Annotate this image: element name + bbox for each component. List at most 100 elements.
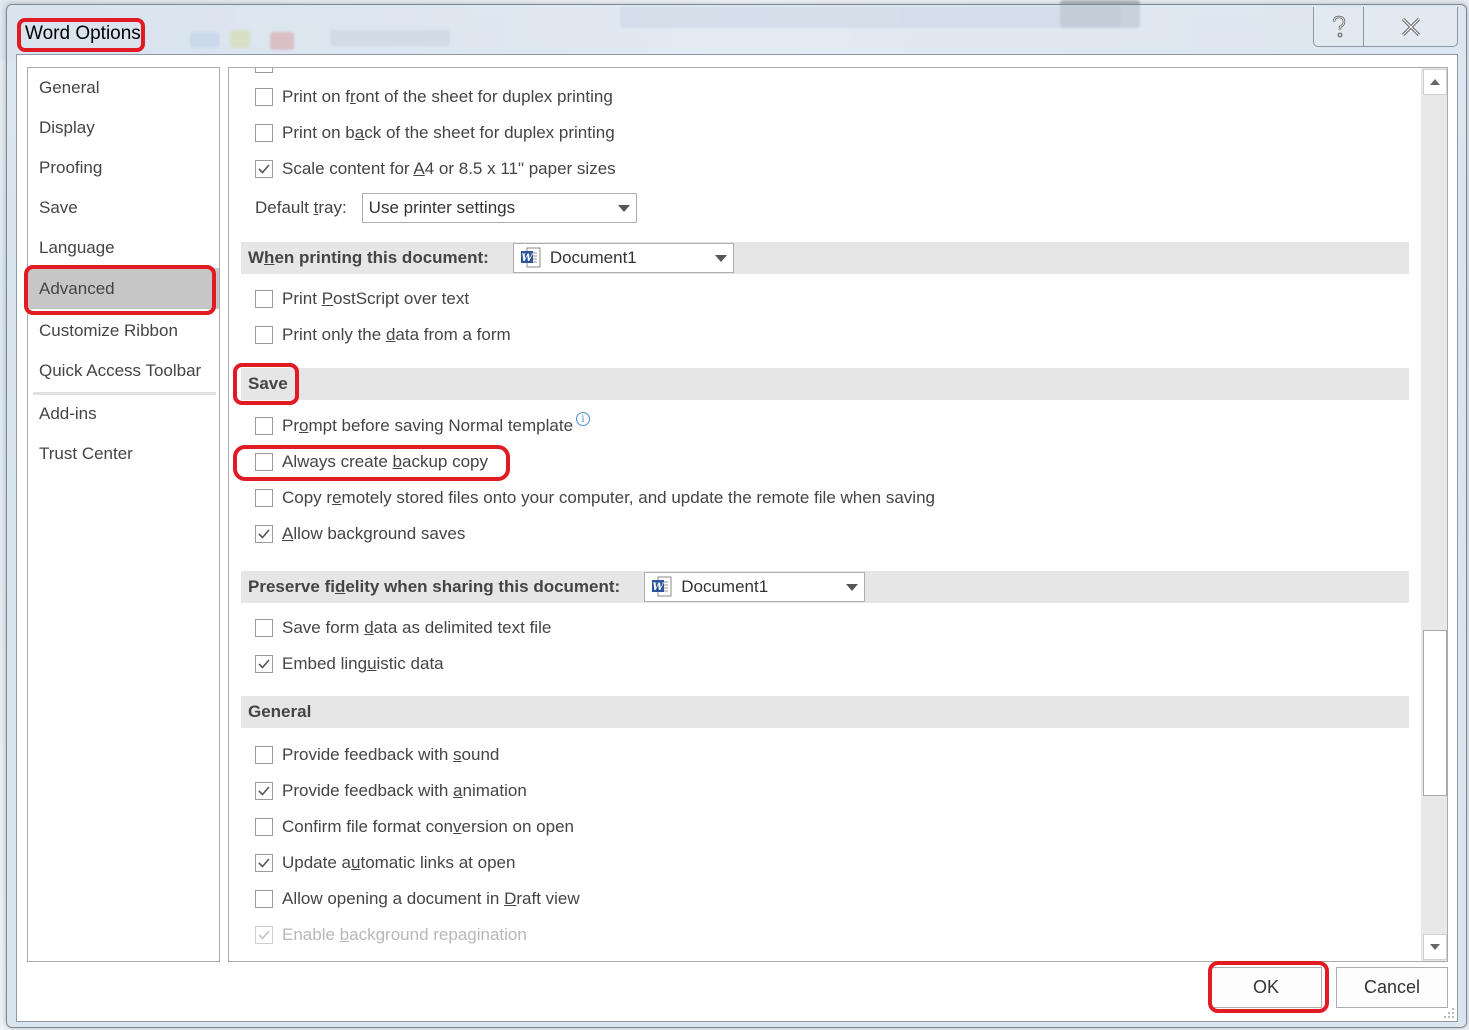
checkbox[interactable]	[255, 124, 273, 142]
checkbox[interactable]	[255, 88, 273, 106]
close-icon	[1401, 17, 1420, 36]
section-title: General	[248, 702, 312, 721]
sidebar-item-label: Advanced	[39, 278, 115, 298]
option-embed-linguistic-data[interactable]: Embed linguistic data	[255, 650, 444, 678]
section-title: When printing this document:	[248, 248, 489, 267]
option-label: Allow opening a document in Draft view	[282, 889, 580, 908]
option-update-automatic-links[interactable]: Update automatic links at open	[255, 849, 515, 877]
sidebar-item-label: Proofing	[39, 158, 103, 177]
option-confirm-format-conversion[interactable]: Confirm file format conversion on open	[255, 813, 574, 841]
sidebar-item-add-ins[interactable]: Add-ins	[28, 394, 219, 434]
sidebar-item-advanced[interactable]: Advanced	[28, 268, 219, 309]
default-tray-row: Default tray: Use printer settings	[255, 192, 637, 224]
option-save-form-data-delimited[interactable]: Save form data as delimited text file	[255, 614, 551, 642]
option-label: Scale content for A4 or 8.5 x 11" paper …	[282, 159, 616, 178]
option-row-cut-off	[255, 957, 282, 961]
ok-button[interactable]: OK	[1210, 967, 1322, 1008]
checkbox[interactable]	[255, 290, 273, 308]
checkbox[interactable]	[255, 417, 273, 435]
checkbox[interactable]	[255, 655, 273, 673]
default-tray-label: Default tray:	[255, 198, 347, 217]
option-print-back-duplex[interactable]: Print on back of the sheet for duplex pr…	[255, 119, 615, 147]
checkbox[interactable]	[255, 453, 273, 471]
scroll-thumb[interactable]	[1423, 630, 1447, 796]
option-label: Copy remotely stored files onto your com…	[282, 488, 935, 507]
option-label: Provide feedback with animation	[282, 781, 527, 800]
option-label: Always create backup copy	[282, 452, 489, 471]
option-background-repagination: Enable background repagination	[255, 921, 527, 949]
section-title: Preserve fidelity when sharing this docu…	[248, 577, 621, 596]
checkbox[interactable]	[255, 890, 273, 908]
sidebar-item-label: Display	[39, 118, 95, 137]
sidebar-item-label: Language	[39, 238, 115, 257]
option-feedback-animation[interactable]: Provide feedback with animation	[255, 777, 527, 805]
option-label: Save form data as delimited text file	[282, 618, 552, 637]
checkbox[interactable]	[255, 160, 273, 178]
vertical-scrollbar[interactable]	[1421, 68, 1447, 961]
annotation-highlight-title	[17, 18, 145, 52]
option-print-front-duplex[interactable]: Print on front of the sheet for duplex p…	[255, 83, 613, 111]
resize-grip-icon[interactable]	[1443, 1007, 1455, 1019]
help-button[interactable]	[1314, 7, 1364, 46]
info-icon[interactable]: i	[576, 412, 591, 426]
option-label: Print on front of the sheet for duplex p…	[282, 87, 613, 106]
default-tray-dropdown[interactable]: Use printer settings	[361, 193, 637, 223]
sidebar-item-label: Add-ins	[39, 404, 97, 423]
chevron-down-icon	[846, 584, 859, 591]
sidebar-item-display[interactable]: Display	[28, 108, 219, 148]
checkbox[interactable]	[255, 746, 273, 764]
word-document-icon: W	[520, 247, 541, 268]
sidebar-item-label: General	[39, 78, 100, 97]
cancel-button-label: Cancel	[1363, 977, 1421, 997]
option-scale-content-a4[interactable]: Scale content for A4 or 8.5 x 11" paper …	[255, 155, 616, 183]
option-prompt-normal-template[interactable]: Prompt before saving Normal template i	[255, 412, 591, 440]
section-general: General	[241, 696, 1409, 728]
option-label: Allow background saves	[282, 524, 466, 543]
sidebar-item-save[interactable]: Save	[28, 188, 219, 228]
svg-text:W: W	[521, 253, 534, 264]
when-printing-document-dropdown[interactable]: W Document1	[512, 243, 734, 273]
sidebar-item-quick-access-toolbar[interactable]: Quick Access Toolbar	[28, 351, 219, 391]
checkbox[interactable]	[255, 619, 273, 637]
checkbox[interactable]	[255, 782, 273, 800]
checkbox[interactable]	[255, 326, 273, 344]
option-label: Print on back of the sheet for duplex pr…	[282, 123, 615, 142]
option-always-create-backup[interactable]: Always create backup copy	[255, 448, 488, 476]
option-label: Provide feedback with sound	[282, 745, 500, 764]
scroll-down-button[interactable]	[1423, 934, 1447, 960]
arrow-down-icon	[1430, 944, 1440, 950]
option-row-cut-off	[255, 68, 282, 78]
sidebar-item-customize-ribbon[interactable]: Customize Ribbon	[28, 311, 219, 351]
sidebar-item-label: Customize Ribbon	[39, 321, 178, 340]
checkbox[interactable]	[255, 525, 273, 543]
checkbox[interactable]	[255, 854, 273, 872]
option-print-postscript[interactable]: Print PostScript over text	[255, 285, 469, 313]
option-copy-remote-files[interactable]: Copy remotely stored files onto your com…	[255, 484, 935, 512]
section-title: Save	[248, 374, 288, 393]
options-sidebar: General Display Proofing Save Language A…	[27, 67, 220, 962]
checkbox	[255, 926, 273, 944]
sidebar-item-general[interactable]: General	[28, 68, 219, 108]
option-print-form-data-only[interactable]: Print only the data from a form	[255, 321, 511, 349]
sidebar-item-proofing[interactable]: Proofing	[28, 148, 219, 188]
ok-button-label: OK	[1252, 977, 1279, 997]
svg-text:W: W	[653, 582, 666, 593]
sidebar-item-label: Save	[39, 198, 78, 217]
close-button[interactable]	[1364, 7, 1457, 46]
preserve-fidelity-document-dropdown[interactable]: W Document1	[644, 572, 866, 602]
checkbox[interactable]	[255, 68, 273, 73]
sidebar-item-language[interactable]: Language	[28, 228, 219, 268]
section-save: Save	[241, 368, 1409, 400]
sidebar-item-trust-center[interactable]: Trust Center	[28, 434, 219, 474]
option-allow-draft-view[interactable]: Allow opening a document in Draft view	[255, 885, 580, 913]
checkbox[interactable]	[255, 818, 273, 836]
option-label: Enable background repagination	[282, 925, 527, 944]
option-feedback-sound[interactable]: Provide feedback with sound	[255, 741, 499, 769]
advanced-options-panel: Print on front of the sheet for duplex p…	[228, 67, 1448, 962]
word-document-icon: W	[652, 576, 672, 597]
cancel-button[interactable]: Cancel	[1336, 967, 1448, 1008]
caption-buttons	[1313, 7, 1458, 47]
option-allow-background-saves[interactable]: Allow background saves	[255, 520, 465, 548]
checkbox[interactable]	[255, 489, 273, 507]
scroll-up-button[interactable]	[1423, 69, 1447, 95]
